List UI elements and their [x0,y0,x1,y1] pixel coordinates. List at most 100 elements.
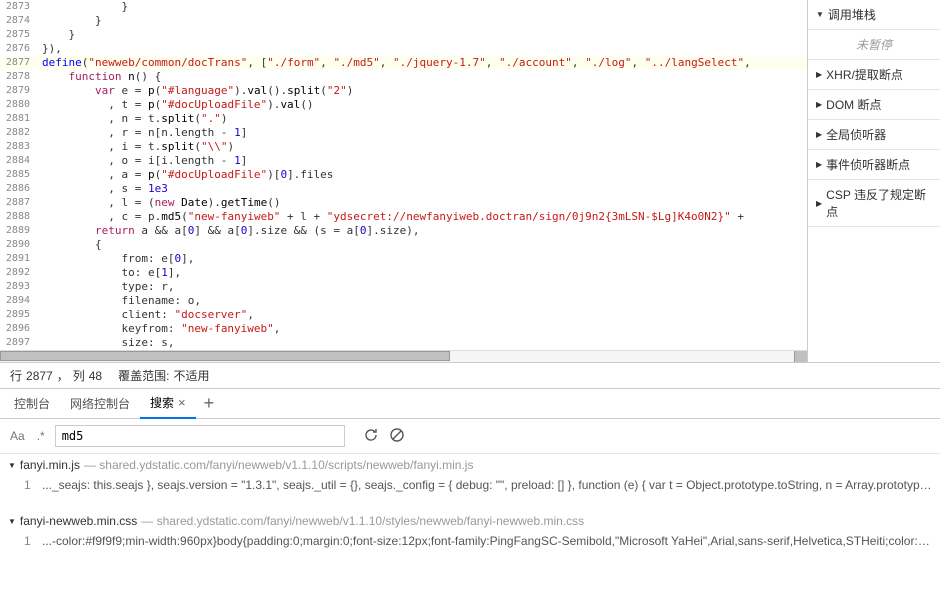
code-line[interactable]: 2881 , n = t.split(".") [0,112,807,126]
status-sep: ， [57,367,69,384]
csp-label: CSP 违反了规定断点 [826,186,932,220]
code-line[interactable]: 2877define("newweb/common/docTrans", [".… [0,56,807,70]
search-bar: Aa .* [0,419,940,454]
tab-console[interactable]: 控制台 [4,389,60,419]
status-coverage-label: 覆盖范围: [118,367,169,384]
result-line-number: 1 [24,478,42,492]
code-line[interactable]: 2874 } [0,14,807,28]
csp-breakpoints-section[interactable]: ▶CSP 违反了规定断点 [808,180,940,227]
code-content: , r = n[n.length - 1] [42,126,807,140]
code-content: , c = p.md5("new-fanyiweb" + l + "ydsecr… [42,210,807,224]
code-line[interactable]: 2894 filename: o, [0,294,807,308]
dom-breakpoints-section[interactable]: ▶ DOM 断点 [808,90,940,120]
code-content: , l = (new Date).getTime() [42,196,807,210]
code-content: , a = p("#docUploadFile")[0].files [42,168,807,182]
code-line[interactable]: 2884 , o = i[i.length - 1] [0,154,807,168]
result-file-header[interactable]: ▼ fanyi.min.js — shared.ydstatic.com/fan… [0,454,940,476]
status-col-value: 48 [89,369,102,383]
callstack-section[interactable]: ▼调用堆栈 [808,0,940,30]
tab-search-label: 搜索 [150,394,174,411]
arrow-right-icon: ▶ [816,70,822,79]
arrow-right-icon: ▶ [816,130,822,139]
source-code-pane[interactable]: 2873 }2874 }2875 }2876}),2877define("new… [0,0,807,362]
code-line[interactable]: 2876}), [0,42,807,56]
close-icon[interactable]: × [178,395,186,410]
global-label: 全局侦听器 [826,126,886,143]
result-line[interactable]: 1 ...-color:#f9f9f9;min-width:960px}body… [0,532,940,550]
regex-toggle[interactable]: .* [35,429,47,443]
search-input[interactable] [55,425,345,447]
code-line[interactable]: 2893 type: r, [0,280,807,294]
code-line[interactable]: 2879 var e = p("#language").val().split(… [0,84,807,98]
code-line[interactable]: 2882 , r = n[n.length - 1] [0,126,807,140]
line-number: 2880 [0,98,42,112]
line-number: 2893 [0,280,42,294]
result-line[interactable]: 1 ..._seajs: this.seajs }, seajs.version… [0,476,940,494]
code-line[interactable]: 2886 , s = 1e3 [0,182,807,196]
debugger-sidebar: ▼调用堆栈 未暂停 ▶XHR/提取断点 ▶DOM 断点 ▶全局侦听器 ▶事件侦听… [807,0,940,362]
tab-search[interactable]: 搜索 × [140,389,196,419]
code-content: filename: o, [42,294,807,308]
code-content: } [42,28,807,42]
status-col-label: 列 [73,367,85,384]
code-line[interactable]: 2885 , a = p("#docUploadFile")[0].files [0,168,807,182]
tab-netconsole[interactable]: 网络控制台 [60,389,140,419]
clear-search-button[interactable] [389,427,405,446]
event-label: 事件侦听器断点 [826,156,910,173]
refresh-search-button[interactable] [363,427,379,446]
status-line-label: 行 [10,367,22,384]
arrow-right-icon: ▶ [816,100,822,109]
result-file-header[interactable]: ▼ fanyi-newweb.min.css — shared.ydstatic… [0,510,940,532]
code-line[interactable]: 2892 to: e[1], [0,266,807,280]
line-number: 2885 [0,168,42,182]
bottom-panel: 控制台 网络控制台 搜索 × + Aa .* ▼ fanyi.min.js — s… [0,388,940,598]
result-line-number: 1 [24,534,42,548]
global-listeners-section[interactable]: ▶ 全局侦听器 [808,120,940,150]
code-content: to: e[1], [42,266,807,280]
result-file-path: — shared.ydstatic.com/fanyi/newweb/v1.1.… [141,514,584,528]
tab-console-label: 控制台 [14,395,50,412]
event-listener-breakpoints-section[interactable]: ▶事件侦听器断点 [808,150,940,180]
code-line[interactable]: 2895 client: "docserver", [0,308,807,322]
line-number: 2897 [0,336,42,350]
scrollbar-thumb[interactable] [0,351,450,361]
code-line[interactable]: 2873 } [0,0,807,14]
line-number: 2896 [0,322,42,336]
code-content: from: e[0], [42,252,807,266]
case-sensitive-toggle[interactable]: Aa [8,429,27,443]
line-number: 2890 [0,238,42,252]
code-line[interactable]: 2896 keyfrom: "new-fanyiweb", [0,322,807,336]
code-content: size: s, [42,336,807,350]
code-line[interactable]: 2897 size: s, [0,336,807,350]
code-content: { [42,238,807,252]
result-file-path: — shared.ydstatic.com/fanyi/newweb/v1.1.… [84,458,474,472]
code-content: function n() { [42,70,807,84]
code-line[interactable]: 2883 , i = t.split("\\") [0,140,807,154]
line-number: 2888 [0,210,42,224]
xhr-breakpoints-section[interactable]: ▶XHR/提取断点 [808,60,940,90]
result-line-text: ..._seajs: this.seajs }, seajs.version =… [42,478,932,492]
horizontal-scrollbar[interactable] [0,350,807,362]
line-number: 2889 [0,224,42,238]
line-number: 2887 [0,196,42,210]
code-content: define("newweb/common/docTrans", ["./for… [42,56,807,70]
code-content: keyfrom: "new-fanyiweb", [42,322,807,336]
code-line[interactable]: 2890 { [0,238,807,252]
dom-label: DOM 断点 [826,96,881,113]
code-line[interactable]: 2878 function n() { [0,70,807,84]
line-number: 2884 [0,154,42,168]
code-line[interactable]: 2888 , c = p.md5("new-fanyiweb" + l + "y… [0,210,807,224]
code-content: client: "docserver", [42,308,807,322]
line-number: 2873 [0,0,42,14]
code-content: } [42,0,807,14]
code-line[interactable]: 2887 , l = (new Date).getTime() [0,196,807,210]
arrow-down-icon: ▼ [8,517,16,526]
code-line[interactable]: 2880 , t = p("#docUploadFile").val() [0,98,807,112]
tab-netconsole-label: 网络控制台 [70,395,130,412]
code-area[interactable]: 2873 }2874 }2875 }2876}),2877define("new… [0,0,807,350]
code-content: } [42,14,807,28]
code-line[interactable]: 2875 } [0,28,807,42]
code-line[interactable]: 2889 return a && a[0] && a[0].size && (s… [0,224,807,238]
add-tab-button[interactable]: + [196,393,223,414]
code-line[interactable]: 2891 from: e[0], [0,252,807,266]
